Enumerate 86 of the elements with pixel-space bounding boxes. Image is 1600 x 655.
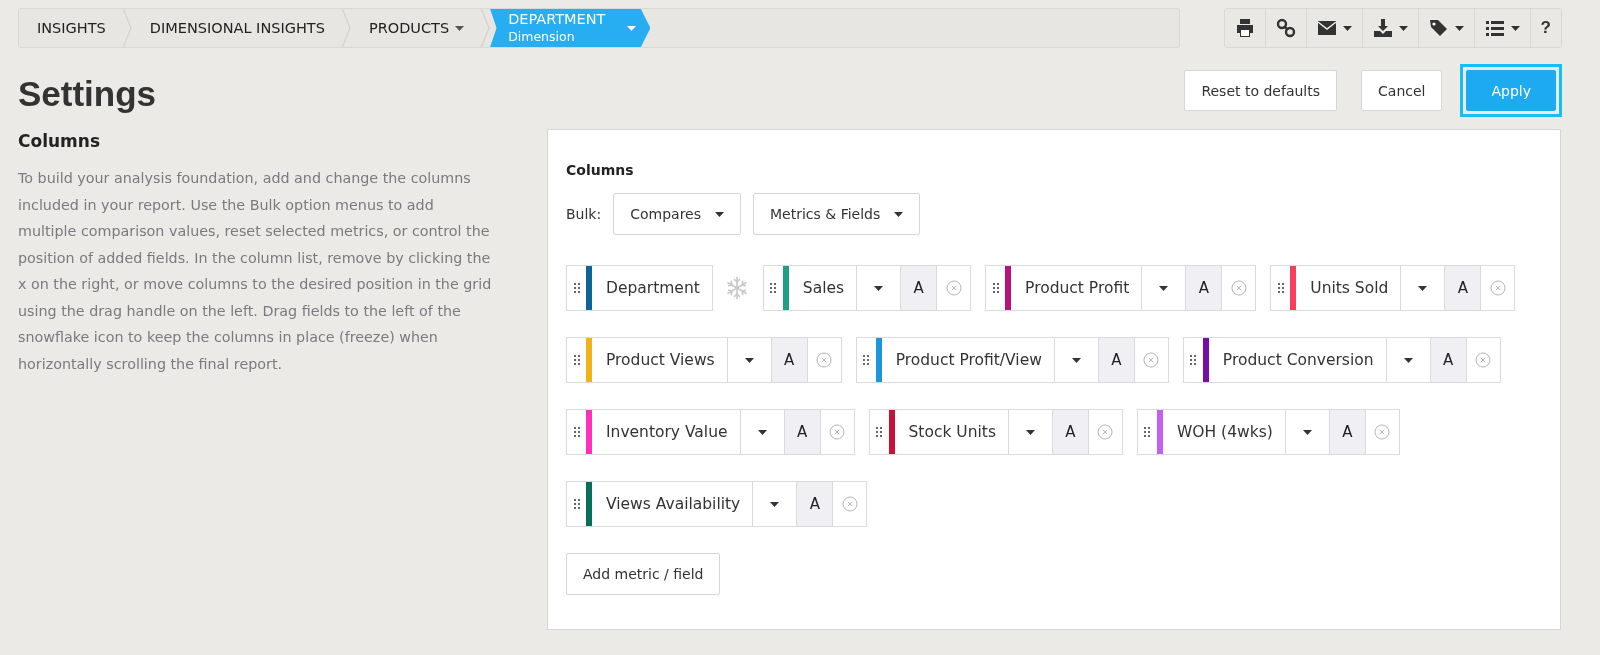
compare-toggle[interactable]: A <box>1429 338 1466 382</box>
compare-toggle[interactable]: A <box>1328 410 1365 454</box>
grip-icon <box>992 283 999 293</box>
caret-icon <box>1510 25 1520 31</box>
bulk-label: Bulk: <box>566 206 602 222</box>
section-description: To build your analysis foundation, add and change the columns included in your report. Use the Bulk option menus to add multiple comparison values, reset selected metrics, or control the position of added fields. In the column list, remove by clicking the x on the right, or move columns to the desired position in the grid using the drag handle on the left. Drag fields to the left of the snowflake icon to keep the columns in place (freeze) when horizontally scrolling the final report. <box>18 169 493 374</box>
caret-icon <box>1159 285 1169 291</box>
compare-toggle[interactable]: A <box>1097 338 1134 382</box>
close-icon <box>829 424 846 440</box>
grip-icon <box>770 283 777 293</box>
grip-icon <box>1190 355 1197 365</box>
grip-icon <box>1277 283 1284 293</box>
caret-icon <box>715 211 724 217</box>
caret-icon <box>627 25 637 31</box>
column-name: Product Profit <box>1024 278 1131 299</box>
list-icon <box>1484 18 1505 38</box>
breadcrumb-item[interactable]: PRODUCTS <box>350 9 491 47</box>
compare-toggle[interactable]: A <box>796 482 833 526</box>
caret-icon <box>1342 25 1352 31</box>
grip-icon <box>573 283 580 293</box>
compare-toggle[interactable]: A <box>1444 266 1481 310</box>
grip-icon <box>573 427 580 437</box>
link-icon <box>1275 18 1296 38</box>
action-button[interactable]: Reset to defaults <box>1184 70 1338 111</box>
breadcrumb-label: INSIGHTS <box>37 19 106 37</box>
caret-icon <box>1403 357 1413 363</box>
close-icon <box>1097 424 1114 440</box>
caret-icon <box>1302 429 1312 435</box>
compare-toggle[interactable]: A <box>1052 410 1088 454</box>
close-icon <box>1374 424 1391 440</box>
column-name: Product Conversion <box>1221 350 1375 371</box>
column-name: Views Availability <box>605 494 742 515</box>
tag-icon <box>1428 18 1449 38</box>
grip-icon <box>573 355 580 365</box>
close-icon <box>1475 352 1492 368</box>
snowflake-icon <box>724 276 749 300</box>
compare-toggle[interactable]: A <box>1185 266 1222 310</box>
breadcrumb-label: DIMENSIONAL INSIGHTS <box>149 19 325 37</box>
caret-icon <box>874 285 884 291</box>
column-name: WOH (4wks) <box>1176 422 1274 443</box>
column-name: Stock Units <box>907 422 997 443</box>
breadcrumb-item[interactable]: DIMENSIONAL INSIGHTS <box>131 9 351 47</box>
caret-icon <box>1071 357 1081 363</box>
breadcrumb-label: PRODUCTS <box>368 19 450 37</box>
compare-toggle[interactable]: A <box>770 338 807 382</box>
action-button[interactable]: Cancel <box>1361 70 1443 111</box>
caret-icon <box>894 211 904 217</box>
caret-icon <box>455 25 465 31</box>
grip-icon <box>1144 427 1151 437</box>
download-icon <box>1372 18 1393 38</box>
breadcrumb-item[interactable]: INSIGHTS <box>19 9 132 47</box>
close-icon <box>1143 352 1160 368</box>
caret-icon <box>1418 285 1428 291</box>
close-icon <box>1489 280 1506 296</box>
close-icon <box>1230 280 1247 296</box>
compare-toggle[interactable]: A <box>783 410 820 454</box>
printer-icon <box>1234 18 1255 38</box>
caret-icon <box>1454 25 1464 31</box>
grip-icon <box>863 355 870 365</box>
breadcrumb-sublabel: Dimension <box>508 28 576 45</box>
toolbar-button[interactable] <box>1224 9 1266 47</box>
column-name: Department <box>605 278 701 299</box>
column-name: Product Profit/View <box>894 350 1043 371</box>
caret-icon <box>744 357 754 363</box>
section-heading: Columns <box>18 131 102 151</box>
caret-icon <box>770 501 780 507</box>
column-name: Product Views <box>605 350 716 371</box>
caret-icon <box>757 429 767 435</box>
add-metric-button[interactable]: Add metric / field <box>566 553 721 595</box>
bulk-dropdown[interactable]: Compares <box>613 193 741 235</box>
column-name: Inventory Value <box>605 422 729 443</box>
close-icon <box>816 352 833 368</box>
close-icon <box>945 280 962 296</box>
grip-icon <box>876 427 883 437</box>
caret-icon <box>1026 429 1035 435</box>
caret-icon <box>1398 25 1408 31</box>
envelope-icon <box>1316 18 1337 38</box>
compare-toggle[interactable]: A <box>900 266 937 310</box>
panel-heading: Columns <box>566 162 634 178</box>
grip-icon <box>573 499 580 509</box>
page-title: Settings <box>18 74 157 114</box>
column-name: Sales <box>801 278 846 299</box>
close-icon <box>841 496 858 512</box>
bulk-dropdown[interactable]: Metrics & Fields <box>753 193 921 235</box>
breadcrumb-label: DEPARTMENT <box>508 11 606 28</box>
column-name: Units Sold <box>1309 278 1390 299</box>
